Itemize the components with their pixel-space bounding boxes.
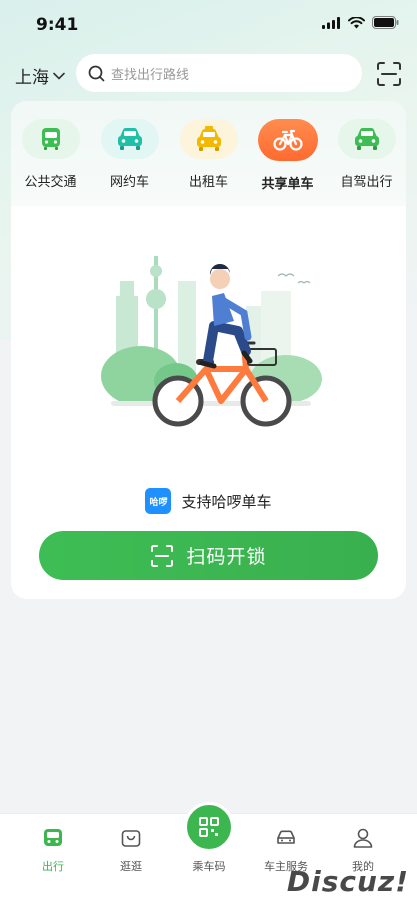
nav-label: 逛逛 [120, 860, 142, 873]
search-icon [88, 65, 105, 81]
chevron-down-icon [53, 72, 65, 80]
unlock-label: 扫码开锁 [186, 546, 267, 568]
search-placeholder: 查找出行路线 [111, 67, 190, 83]
hello-bike-logo: 哈啰 [145, 488, 172, 514]
qr-code-icon [199, 817, 219, 837]
cyclist-illustration [101, 256, 322, 427]
car-icon [100, 119, 159, 159]
support-text: 支持哈啰单车 [181, 492, 272, 511]
travel-icon [44, 829, 62, 846]
travel-card: 公共交通 网约车 出租车 共享单车 自驾出行 哈啰 支持哈啰单车 扫码开锁 [11, 101, 406, 599]
tab-shared-bike[interactable]: 共享单车 [248, 119, 327, 192]
nav-browse[interactable]: 逛逛 [96, 826, 166, 874]
shopping-bag-icon [121, 830, 141, 847]
scan-unlock-button[interactable]: 扫码开锁 [39, 531, 378, 580]
nav-travel[interactable]: 出行 [18, 826, 88, 874]
taxi-icon [179, 119, 238, 159]
wifi-icon [348, 16, 365, 28]
travel-mode-tabs: 公共交通 网约车 出租车 共享单车 自驾出行 [11, 119, 406, 192]
city-label: 上海 [15, 68, 49, 88]
tab-label: 自驾出行 [340, 175, 393, 190]
signal-icon [322, 16, 340, 29]
self-drive-icon [337, 119, 396, 159]
status-bar: 9:41 [0, 0, 417, 50]
profile-icon [353, 828, 373, 848]
watermark: Discuz! [286, 865, 409, 898]
nav-label: 乘车码 [192, 860, 226, 873]
supported-brand: 哈啰 支持哈啰单车 [11, 488, 406, 514]
status-icons [322, 16, 399, 29]
nav-ride-code[interactable] [184, 802, 234, 852]
city-selector[interactable]: 上海 [15, 63, 65, 88]
tab-self-drive[interactable]: 自驾出行 [327, 119, 406, 192]
search-input[interactable]: 查找出行路线 [76, 54, 362, 92]
status-time: 9:41 [36, 15, 79, 35]
nav-label: 出行 [42, 860, 64, 873]
tab-label: 公共交通 [24, 175, 77, 190]
top-header: 上海 查找出行路线 [0, 54, 417, 94]
tab-ride-hailing[interactable]: 网约车 [90, 119, 169, 192]
tab-label: 共享单车 [261, 177, 314, 192]
bottom-tab-bar: 出行 逛逛 乘车码 车主服务 我的 Discuz! [0, 802, 417, 902]
scan-icon [151, 544, 174, 567]
bus-icon [21, 119, 80, 159]
tab-taxi[interactable]: 出租车 [169, 119, 248, 192]
tab-label: 网约车 [109, 175, 149, 190]
battery-icon [372, 16, 399, 29]
scan-icon[interactable] [376, 61, 402, 87]
bike-icon [257, 119, 318, 161]
tab-label: 出租车 [188, 175, 228, 190]
car-owner-icon [277, 830, 295, 844]
tab-public-transit[interactable]: 公共交通 [11, 119, 90, 192]
